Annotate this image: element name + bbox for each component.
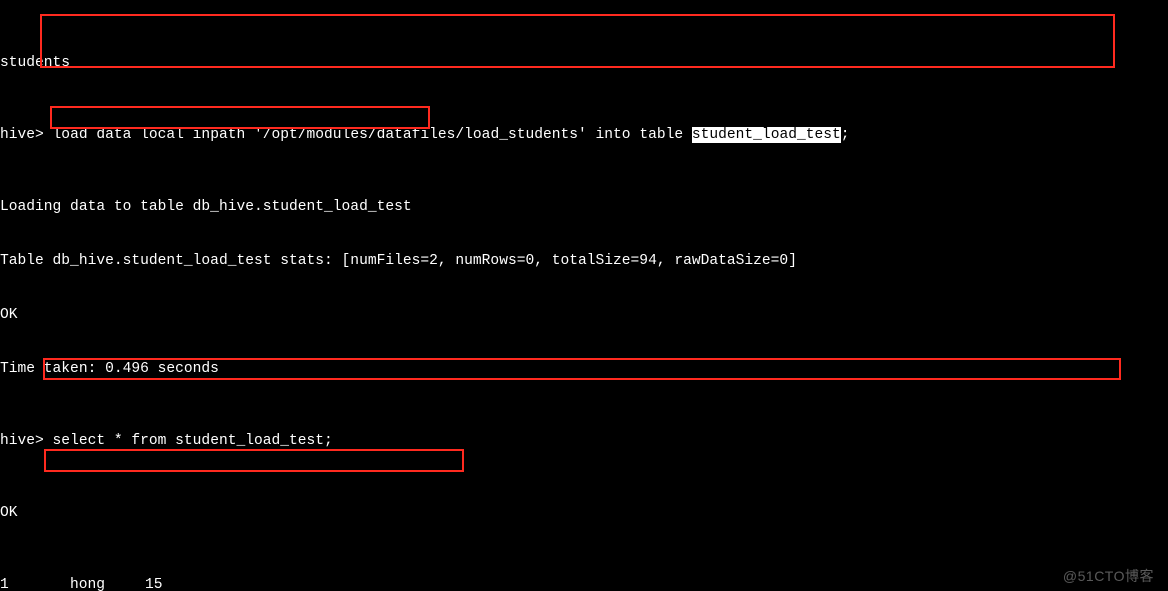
command-tail: ; <box>841 127 850 143</box>
output-line: Loading data to table db_hive.student_lo… <box>0 198 1168 216</box>
col-name: hong <box>70 576 145 591</box>
watermark: @51CTO博客 <box>1063 567 1154 585</box>
selected-text: student_load_test <box>692 127 841 143</box>
command-line: hive> load data local inpath '/opt/modul… <box>0 126 1168 144</box>
hive-prompt: hive> <box>0 433 44 449</box>
col-id: 1 <box>0 576 70 591</box>
terminal-output[interactable]: students hive> load data local inpath '/… <box>0 0 1168 591</box>
table-row: 1hong15 <box>0 576 1168 591</box>
hive-prompt: hive> <box>0 127 44 143</box>
result-rows-1: 1hong152hao143yan164ben145qing131hong152… <box>0 576 1168 591</box>
output-line: OK <box>0 306 1168 324</box>
output-line: Table db_hive.student_load_test stats: [… <box>0 252 1168 270</box>
select-command: select * from student_load_test; <box>44 433 333 449</box>
load-data-command: load data local inpath '/opt/modules/dat… <box>44 127 692 143</box>
output-line: students <box>0 54 1168 72</box>
output-line: OK <box>0 504 1168 522</box>
output-line: Time taken: 0.496 seconds <box>0 360 1168 378</box>
col-age: 15 <box>145 576 163 591</box>
command-line: hive> select * from student_load_test; <box>0 432 1168 450</box>
